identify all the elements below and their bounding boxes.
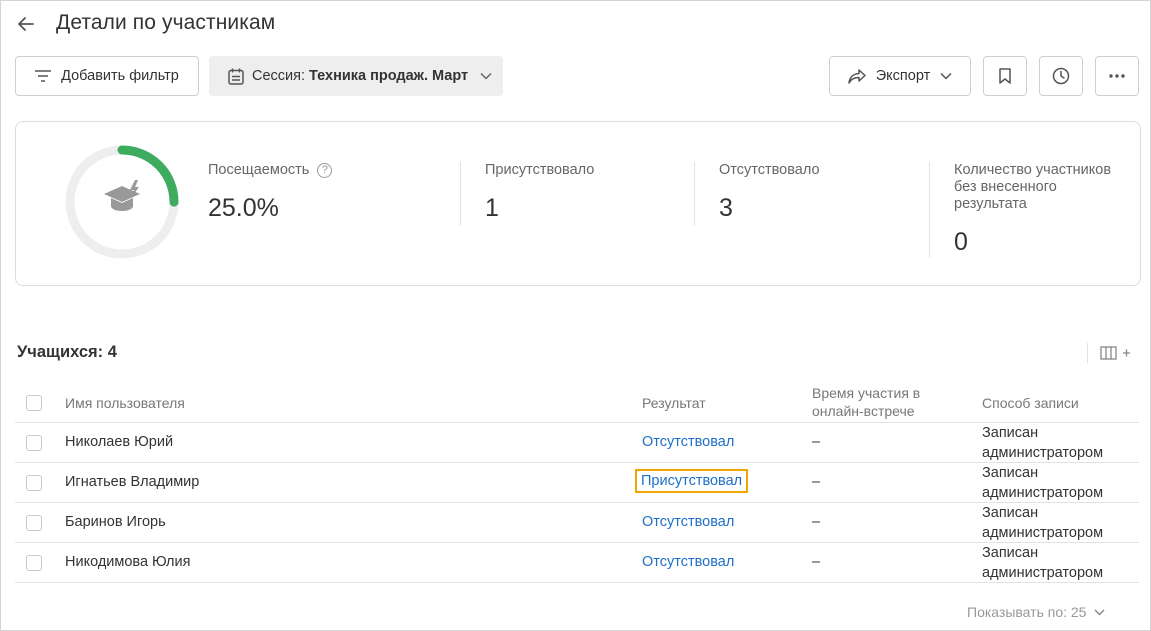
attendance-value: 25.0% [208, 194, 279, 222]
export-button[interactable]: Экспорт [829, 56, 971, 96]
columns-add-icon [1100, 346, 1130, 360]
divider [15, 582, 1139, 583]
attendance-summary-card: Посещаемость? 25.0% Присутствовало 1 Отс… [15, 121, 1141, 286]
more-button[interactable] [1095, 56, 1139, 96]
add-filter-button[interactable]: Добавить фильтр [15, 56, 199, 96]
user-name[interactable]: Николаев Юрий [65, 434, 173, 450]
enrollment-method: Записан администратором [982, 425, 1104, 461]
page-title: Детали по участникам [56, 11, 276, 34]
calendar-icon [228, 68, 244, 85]
session-select[interactable]: Сессия: Техника продаж. Март [209, 56, 503, 96]
filter-icon [35, 70, 52, 82]
chevron-down-icon [480, 72, 492, 80]
enrollment-method: Записан администратором [982, 465, 1104, 501]
no-result-value: 0 [954, 228, 968, 256]
absent-value: 3 [719, 194, 733, 222]
more-dots-icon [1109, 74, 1125, 78]
attendance-label: Посещаемость [208, 162, 310, 178]
divider [15, 542, 1139, 543]
row-checkbox[interactable] [26, 555, 42, 571]
absent-label: Отсутствовало [719, 162, 820, 178]
column-header-result[interactable]: Результат [642, 394, 706, 412]
meeting-time: – [812, 554, 821, 570]
result-link-highlighted[interactable]: Присутствовал [634, 469, 749, 493]
session-value: Техника продаж. Март [309, 68, 469, 84]
column-settings-button[interactable] [1087, 343, 1130, 363]
row-checkbox[interactable] [26, 435, 42, 451]
history-button[interactable] [1039, 56, 1083, 96]
chevron-down-icon [940, 72, 952, 80]
divider [694, 162, 695, 226]
chevron-down-icon [1094, 608, 1105, 616]
clock-icon [1052, 67, 1070, 85]
divider [460, 162, 461, 226]
present-label: Присутствовало [485, 162, 595, 178]
divider [15, 462, 1139, 463]
divider [15, 422, 1139, 423]
meeting-time: – [812, 434, 821, 450]
column-header-method[interactable]: Способ записи [982, 394, 1079, 412]
help-icon[interactable]: ? [317, 163, 333, 178]
back-arrow-icon[interactable] [15, 13, 37, 35]
session-prefix: Сессия: [252, 68, 306, 84]
share-arrow-icon [848, 68, 866, 84]
attendance-ring-chart [65, 145, 179, 259]
column-header-name[interactable]: Имя пользователя [65, 394, 185, 412]
page-size-select[interactable]: Показывать по: 25 [967, 604, 1105, 620]
no-result-label: Количество участников без внесенного рез… [954, 162, 1112, 212]
meeting-time: – [812, 514, 821, 530]
bookmark-button[interactable] [983, 56, 1027, 96]
row-checkbox[interactable] [26, 515, 42, 531]
column-header-time[interactable]: Время участия в онлайн-встрече [812, 384, 920, 420]
user-name[interactable]: Баринов Игорь [65, 514, 166, 530]
bookmark-icon [999, 68, 1011, 84]
meeting-time: – [812, 474, 821, 490]
enrollment-method: Записан администратором [982, 505, 1104, 541]
result-link[interactable]: Отсутствовал [642, 514, 734, 530]
select-all-checkbox[interactable] [26, 395, 42, 411]
user-name[interactable]: Игнатьев Владимир [65, 474, 199, 490]
enrollment-method: Записан администратором [982, 545, 1104, 581]
present-value: 1 [485, 194, 499, 222]
divider [15, 502, 1139, 503]
result-link[interactable]: Отсутствовал [642, 554, 734, 570]
row-checkbox[interactable] [26, 475, 42, 491]
export-label: Экспорт [875, 68, 931, 84]
add-filter-label: Добавить фильтр [61, 68, 179, 84]
page-size-label: Показывать по: 25 [967, 604, 1087, 620]
user-name[interactable]: Никодимова Юлия [65, 554, 190, 570]
result-link[interactable]: Отсутствовал [642, 434, 734, 450]
learners-count: Учащихся: 4 [17, 343, 117, 361]
divider [929, 162, 930, 258]
graduation-cap-icon [104, 180, 140, 211]
